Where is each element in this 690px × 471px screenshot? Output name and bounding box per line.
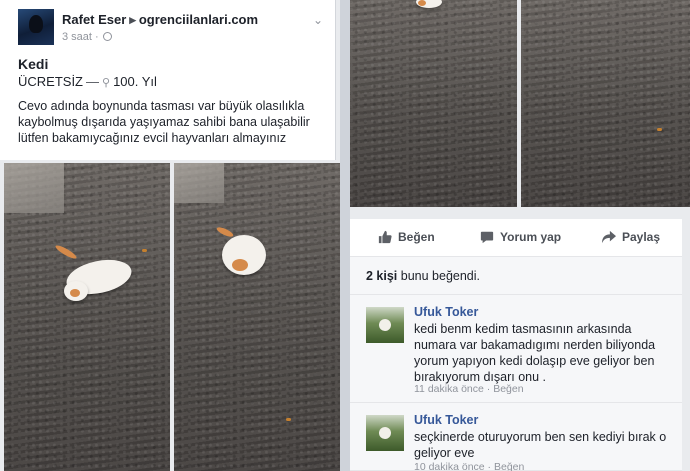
like-button[interactable]: Beğen	[378, 230, 435, 244]
thumbs-up-icon	[378, 230, 392, 244]
likes-text: 2 kişi bunu beğendi.	[366, 269, 480, 283]
comment-meta: 10 dakika önce · Beğen	[414, 461, 524, 471]
comment-time[interactable]: 10 dakika önce	[414, 461, 485, 471]
photo-debris	[142, 249, 147, 252]
likes-summary: 2 kişi bunu beğendi.	[350, 257, 682, 295]
comment-bubble-icon	[480, 231, 494, 244]
cat-photo-subject	[215, 225, 235, 239]
share-arrow-icon	[602, 230, 616, 244]
item-location[interactable]: 100. Yıl	[113, 74, 157, 89]
post-time[interactable]: 3 saat ·	[62, 31, 99, 43]
cat-photo-subject	[70, 289, 80, 297]
commenter-name[interactable]: Ufuk Toker	[414, 413, 478, 427]
post-action-bar: Beğen Yorum yap Paylaş	[350, 219, 682, 257]
panel-divider	[340, 0, 350, 471]
comment-text: kedi benm kedim tasmasının arkasında num…	[414, 322, 656, 384]
chevron-down-icon[interactable]: ⌄	[313, 13, 323, 27]
post-photo[interactable]	[174, 163, 340, 471]
post-left-panel: Rafet Eser ▸ ogrenciilanlari.com ⌄ 3 saat …	[0, 0, 340, 471]
post-timestamp: 3 saat ·	[62, 31, 112, 43]
comment-like-link[interactable]: Beğen	[494, 461, 524, 471]
comment-meta: 11 dakika önce · Beğen	[414, 383, 524, 395]
comment-button[interactable]: Yorum yap	[480, 230, 561, 244]
author-name[interactable]: Rafet Eser	[62, 12, 126, 27]
photo-debris	[286, 418, 291, 421]
like-button-label: Beğen	[398, 230, 435, 244]
comment-meta-separator: ·	[484, 461, 494, 471]
comment-text: seçkinerde oturuyorum ben sen kediyi bır…	[414, 430, 667, 460]
comment-button-label: Yorum yap	[500, 230, 562, 244]
comment-meta-separator: ·	[483, 383, 494, 395]
post-body-text: Cevo adında boynunda tasması var büyük o…	[18, 99, 310, 145]
cat-photo-subject	[232, 259, 248, 271]
share-button-label: Paylaş	[622, 230, 661, 244]
comment-item: Ufuk Toker seçkinerde oturuyorum ben sen…	[350, 403, 682, 471]
cat-photo-subject	[418, 0, 426, 6]
price-separator: —	[86, 74, 99, 89]
cat-photo-subject	[54, 243, 78, 261]
group-name[interactable]: ogrenciilanlari.com	[139, 12, 258, 27]
share-button[interactable]: Paylaş	[602, 230, 660, 244]
comment-item: Ufuk Toker kedi benm kedim tasmasının ar…	[350, 295, 682, 403]
photo-wall	[174, 163, 224, 203]
arrow-icon: ▸	[129, 12, 136, 27]
commenter-avatar[interactable]	[366, 307, 404, 343]
sale-item-title: Kedi	[18, 56, 49, 72]
globe-icon	[102, 32, 112, 41]
post-header-card: Rafet Eser ▸ ogrenciilanlari.com ⌄ 3 saat …	[0, 0, 336, 160]
location-pin-icon: ⚲	[102, 77, 111, 89]
post-photo[interactable]	[350, 0, 517, 207]
author-avatar[interactable]	[18, 9, 54, 45]
comment-time[interactable]: 11 dakika önce	[414, 383, 484, 395]
commenter-avatar[interactable]	[366, 415, 404, 451]
photo-debris	[657, 128, 662, 131]
author-line: Rafet Eser ▸ ogrenciilanlari.com	[62, 12, 258, 28]
photo-wall	[4, 163, 64, 213]
likes-suffix: bunu beğendi.	[397, 269, 480, 283]
commenter-name[interactable]: Ufuk Toker	[414, 305, 478, 319]
item-price: ÜCRETSİZ	[18, 74, 83, 89]
price-location-line: ÜCRETSİZ — ⚲ 100. Yıl	[18, 74, 157, 89]
post-photo[interactable]	[521, 0, 690, 207]
comment-like-link[interactable]: Beğen	[493, 383, 523, 395]
likes-count[interactable]: 2 kişi	[366, 269, 397, 283]
post-photo[interactable]	[4, 163, 170, 471]
